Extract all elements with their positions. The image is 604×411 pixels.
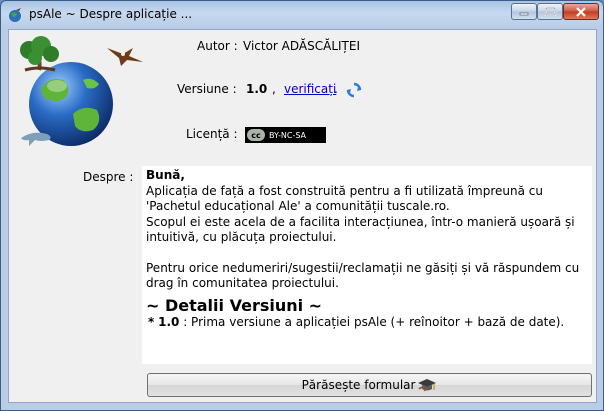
cc-logo-icon: cc	[247, 129, 265, 141]
license-label: Licență :	[186, 127, 238, 141]
refresh-icon[interactable]	[346, 82, 362, 98]
minimize-icon	[519, 12, 529, 15]
window-title: psAle ~ Despre aplicație ...	[29, 7, 193, 21]
about-text-box[interactable]: Bună, Aplicația de față a fost construit…	[142, 166, 592, 364]
about-paragraph-1: Aplicația de față a fost construită pent…	[146, 183, 543, 214]
version-entry-bullet: *	[148, 315, 155, 329]
version-entry: * 1.0 : Prima versiune a aplicației psAl…	[146, 315, 588, 331]
version-label: Versiune :	[177, 82, 237, 96]
version-details-heading: ~ Detalii Versiuni ~	[146, 295, 323, 315]
maximize-button[interactable]	[537, 3, 563, 20]
app-icon	[9, 8, 21, 22]
maximize-icon	[544, 7, 556, 16]
client-area: Autor : Victor ADĂSCĂLIȚEI Versiune : 1.…	[8, 29, 597, 403]
minimize-button[interactable]	[511, 3, 537, 20]
close-button[interactable]	[563, 3, 599, 20]
author-label: Autor :	[197, 39, 238, 53]
exit-form-button-label: Părăsește formular	[301, 378, 416, 392]
version-after-link: .	[334, 82, 338, 96]
about-label: Despre :	[83, 170, 134, 184]
check-version-link[interactable]: verificați	[284, 82, 336, 96]
version-separator: ,	[272, 82, 276, 96]
title-bar[interactable]: psAle ~ Despre aplicație ...	[1, 1, 603, 29]
globe-logo	[20, 36, 143, 146]
greeting-text: Bună,	[146, 168, 185, 182]
close-icon	[576, 6, 586, 17]
exit-form-button[interactable]: Părăsește formular	[147, 373, 592, 397]
version-entry-text: : Prima versiune a aplicației psAle (+ r…	[183, 315, 565, 329]
about-window: psAle ~ Despre aplicație ... Autor: Vic…	[0, 0, 604, 411]
author-value: Victor ADĂSCĂLIȚEI	[243, 39, 360, 53]
version-number: 1.0	[246, 82, 268, 96]
license-badge[interactable]: cc BY-NC-SA	[245, 127, 326, 143]
about-paragraph-2: Scopul ei este acela de a facilita inter…	[146, 214, 575, 245]
version-entry-number: 1.0	[158, 315, 180, 329]
about-paragraph-3: Pentru orice nedumeriri/sugestii/reclama…	[146, 260, 580, 291]
graduation-cap-icon	[418, 379, 437, 392]
license-badge-text: BY-NC-SA	[269, 130, 307, 140]
